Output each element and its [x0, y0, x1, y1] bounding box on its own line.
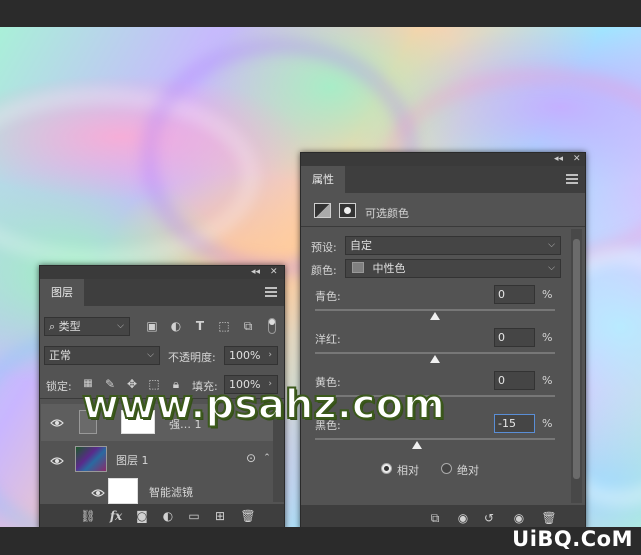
type-filter-icon[interactable]: T [192, 318, 208, 334]
percent-sign: % [542, 288, 553, 301]
layers-panel-header: ◂◂ ✕ [40, 266, 284, 279]
add-mask-icon[interactable]: ◙ [134, 508, 150, 524]
visibility-icon[interactable]: ◉ [511, 510, 527, 526]
smart-object-icon: ⊙ [245, 451, 257, 465]
collapse-icon[interactable]: ◂◂ [251, 266, 260, 279]
preset-select[interactable]: 自定 ⌵ [345, 236, 561, 255]
watermark: www.psahz.com [81, 381, 446, 429]
chevron-down-icon: ⌵ [117, 321, 124, 331]
percent-sign: % [542, 417, 553, 430]
properties-panel: ◂◂ ✕ 属性 可选颜色 预设: 自定 ⌵ 颜色: 中性色 ⌵ 青色: 0 % … [300, 152, 586, 531]
properties-scrollbar[interactable] [571, 229, 582, 503]
opacity-label: 不透明度: [168, 351, 216, 364]
blend-mode-value: 正常 [49, 349, 71, 362]
layer-name: 图层 1 [116, 454, 149, 467]
filter-mask-thumbnail [108, 478, 138, 504]
lock-label: 锁定: [46, 380, 72, 393]
reset-icon[interactable]: ↺ [481, 510, 497, 526]
preset-label: 预设: [311, 241, 337, 254]
layers-tab-bar: 图层 [40, 279, 284, 306]
chevron-down-icon: ⌵ [147, 350, 154, 360]
search-icon: ⌕ [49, 320, 56, 333]
filter-kind-label: 类型 [58, 320, 81, 333]
colors-label: 颜色: [311, 264, 337, 277]
percent-sign: % [542, 331, 553, 344]
properties-tab-bar: 属性 [301, 166, 585, 193]
chevron-down-icon: ⌵ [548, 240, 555, 250]
layer-name: 智能滤镜 [149, 486, 193, 499]
scroll-thumb[interactable] [573, 239, 580, 479]
chevron-down-icon: ⌵ [548, 263, 555, 273]
adjustment-header: 可选颜色 [301, 197, 585, 227]
selective-color-icon[interactable] [314, 203, 331, 218]
adjustment-filter-icon[interactable]: ◐ [168, 318, 184, 334]
mask-icon[interactable] [339, 203, 356, 218]
radio-label: 绝对 [457, 464, 479, 477]
properties-panel-header: ◂◂ ✕ [301, 153, 585, 166]
slider-thumb[interactable] [430, 312, 440, 320]
trash-icon[interactable]: 🗑︎ [541, 510, 557, 526]
eye-icon[interactable] [91, 488, 105, 498]
color-swatch [352, 262, 364, 273]
image-filter-icon[interactable]: ▣ [144, 318, 160, 334]
preset-value: 自定 [350, 239, 372, 252]
smart-object-filter-icon[interactable]: ⧉ [240, 318, 256, 334]
link-icon[interactable]: ⛓︎ [80, 508, 96, 524]
filter-toggle[interactable] [268, 318, 276, 334]
close-icon[interactable]: ✕ [573, 153, 581, 166]
slider-track[interactable] [315, 309, 555, 311]
slider-label: 洋红: [315, 333, 341, 346]
site-logo: UiBQ.CoM [512, 527, 633, 551]
radio-icon [441, 463, 452, 474]
radio-label: 相对 [397, 464, 419, 477]
view-previous-icon[interactable]: ◉ [455, 510, 471, 526]
slider-track[interactable] [315, 438, 555, 440]
panel-menu-icon[interactable] [566, 174, 578, 184]
magenta-input[interactable]: 0 [494, 328, 535, 347]
chevron-down-icon: › [268, 350, 272, 360]
colors-value: 中性色 [372, 262, 406, 275]
trash-icon[interactable]: 🗑︎ [240, 508, 256, 524]
slider-thumb[interactable] [430, 355, 440, 363]
eye-icon[interactable] [50, 456, 64, 466]
clip-to-layer-icon[interactable]: ⧉ [427, 510, 443, 526]
opacity-input[interactable]: 100% › [224, 346, 278, 365]
colors-select[interactable]: 中性色 ⌵ [345, 259, 561, 278]
black-input[interactable]: -15 [494, 414, 535, 433]
close-icon[interactable]: ✕ [270, 266, 278, 279]
folder-icon[interactable]: ▭ [186, 508, 202, 524]
radio-icon [381, 463, 392, 474]
layer-filter-select[interactable]: ⌕ 类型 ⌵ [44, 317, 130, 336]
new-layer-icon[interactable]: ⊞ [212, 508, 228, 524]
opacity-value: 100% [229, 349, 261, 362]
top-bar [0, 0, 641, 27]
shape-filter-icon[interactable]: ⬚ [216, 318, 232, 334]
panel-menu-icon[interactable] [265, 287, 277, 297]
tab-properties[interactable]: 属性 [301, 166, 345, 193]
eye-icon[interactable] [50, 418, 64, 428]
collapse-icon[interactable]: ◂◂ [554, 153, 563, 166]
fx-icon[interactable]: fx [108, 508, 124, 524]
slider-thumb[interactable] [412, 441, 422, 449]
slider-track[interactable] [315, 352, 555, 354]
slider-label: 青色: [315, 290, 341, 303]
blend-mode-select[interactable]: 正常 ⌵ [44, 346, 160, 365]
yellow-input[interactable]: 0 [494, 371, 535, 390]
new-adjustment-icon[interactable]: ◐ [160, 508, 176, 524]
cyan-input[interactable]: 0 [494, 285, 535, 304]
adjustment-title: 可选颜色 [365, 207, 409, 220]
layer-thumbnail [75, 446, 107, 472]
tab-layers[interactable]: 图层 [40, 279, 84, 306]
percent-sign: % [542, 374, 553, 387]
